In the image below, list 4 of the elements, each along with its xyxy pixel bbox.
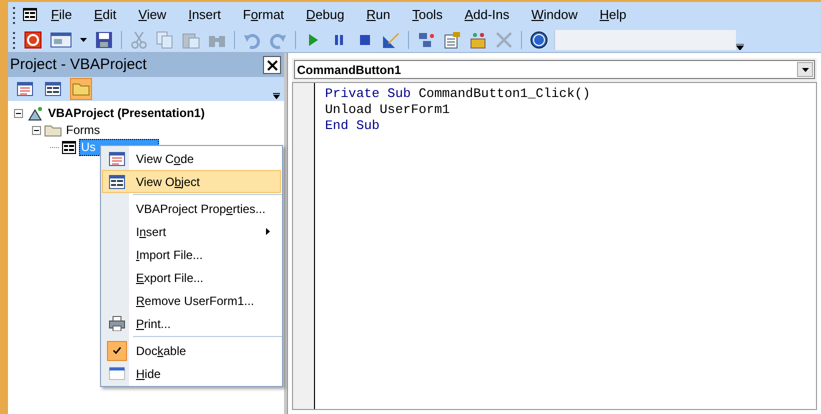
panel-title: Project - VBAProject bbox=[10, 54, 147, 75]
code-line: End Sub bbox=[325, 118, 381, 134]
code-line: Unload UserForm1 bbox=[325, 102, 451, 118]
code-line: Private Sub CommandButton1_Click() bbox=[325, 86, 590, 102]
